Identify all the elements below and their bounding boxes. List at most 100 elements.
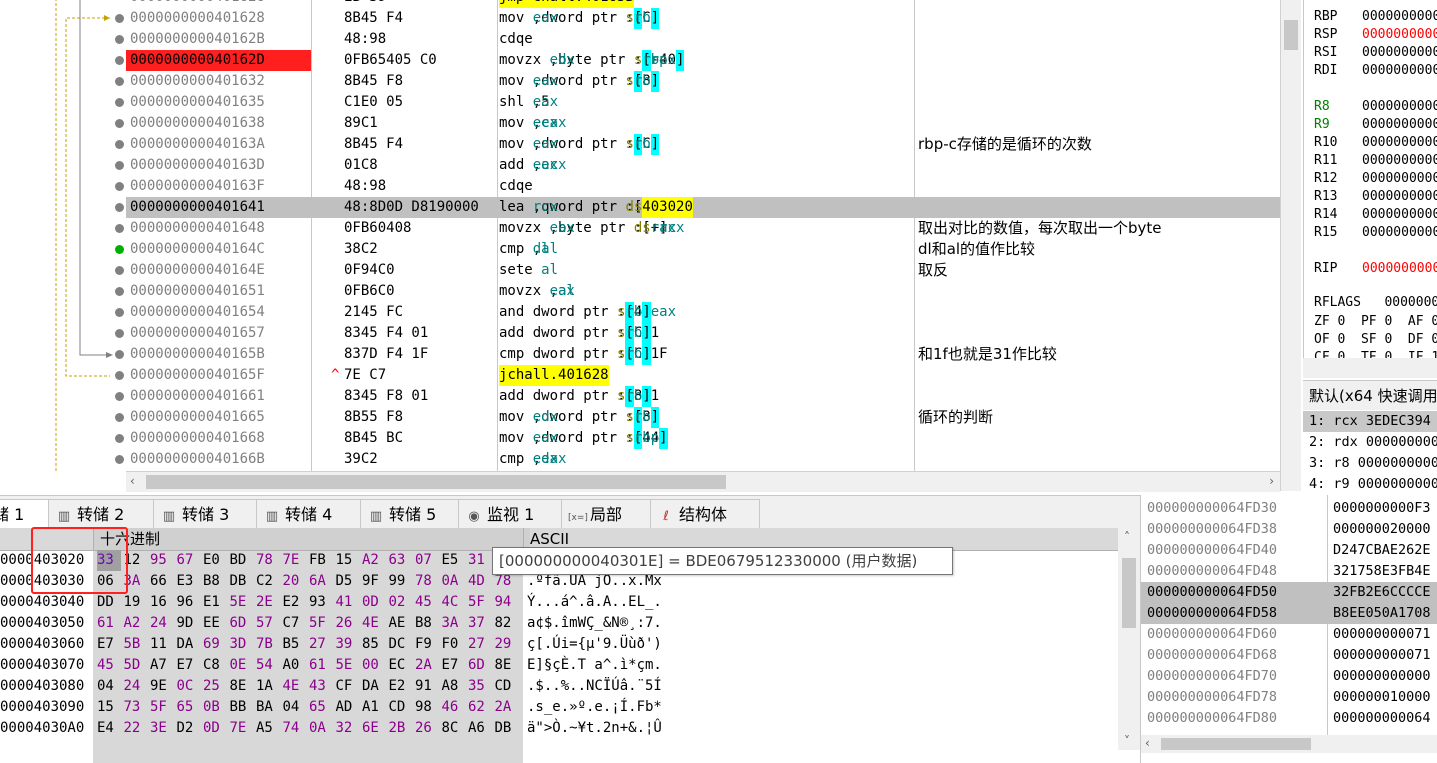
dump-byte[interactable]: 04 (283, 697, 307, 718)
stack-value[interactable]: 0000000000F3 (1333, 498, 1431, 519)
dump-byte[interactable]: 65 (177, 697, 201, 718)
hex-column-header[interactable]: 十六进制 (93, 528, 530, 550)
stack-row[interactable]: 000000000064FD48 321758E3FB4E (1141, 561, 1437, 582)
scrollbar-thumb[interactable] (1284, 20, 1298, 50)
dump-byte[interactable]: CF (336, 676, 360, 697)
register-row[interactable]: R9 0000000000 (1314, 116, 1437, 134)
register-value[interactable]: 0000000000 (1362, 134, 1437, 152)
dump-byte[interactable]: C8 (203, 655, 227, 676)
dump-byte[interactable]: 5D (124, 655, 148, 676)
dump-byte[interactable]: 27 (309, 634, 333, 655)
dump-byte[interactable]: 9E (150, 676, 174, 697)
breakpoint-toggle-icon[interactable] (115, 329, 124, 338)
breakpoint-toggle-icon[interactable] (115, 413, 124, 422)
breakpoint-toggle-icon[interactable] (115, 77, 124, 86)
dump-byte[interactable]: E2 (389, 676, 413, 697)
disasm-row[interactable]: 0000000000401648 0FB60408 movzx eax ,byte p… (126, 218, 1280, 239)
dump-byte[interactable]: 45 (97, 655, 121, 676)
dump-byte[interactable]: 3D (230, 634, 254, 655)
dump-byte[interactable]: A8 (442, 676, 466, 697)
breakpoint-toggle-icon[interactable] (115, 308, 124, 317)
stack-value[interactable]: 32FB2E6CCCCE (1333, 582, 1431, 603)
dump-byte[interactable]: 19 (124, 592, 148, 613)
dump-byte[interactable]: F0 (442, 634, 466, 655)
dump-byte[interactable]: 9D (177, 613, 201, 634)
dump-byte[interactable]: 6E (362, 718, 386, 739)
stack-row[interactable]: 000000000064FD38 000000020000 (1141, 519, 1437, 540)
dump-byte[interactable]: 20 (283, 571, 307, 592)
breakpoint-toggle-icon[interactable] (115, 203, 124, 212)
dump-byte[interactable]: 11 (150, 634, 174, 655)
dump-byte[interactable]: 69 (203, 634, 227, 655)
breakpoint-toggle-icon[interactable] (115, 119, 124, 128)
calling-convention-selector[interactable]: 默认(x64 快速调用) (1303, 380, 1437, 411)
dump-byte[interactable]: 22 (124, 718, 148, 739)
disasm-row[interactable]: 000000000040165F 7E C7 jle chall.401628 ^ (126, 365, 1280, 386)
stack-address[interactable]: 000000000064FD48 (1147, 561, 1277, 582)
register-value[interactable]: 0000000000 (1362, 188, 1437, 206)
dump-byte[interactable]: 93 (309, 592, 333, 613)
disasm-row[interactable]: 0000000000401626EB 39jmp chall.40165B (126, 0, 1280, 8)
disasm-row[interactable]: 000000000040163D 01C8 add eax, ecx (126, 155, 1280, 176)
disasm-row[interactable]: 000000000040163F 48:98 cdqe (126, 176, 1280, 197)
dump-byte[interactable]: BD (230, 550, 254, 571)
disasm-row[interactable]: 0000000000401657 8345 F4 01 add dword ptr … (126, 323, 1280, 344)
dump-byte[interactable]: 4E (362, 613, 386, 634)
dump-byte[interactable]: 66 (150, 571, 174, 592)
dump-byte[interactable]: 26 (415, 718, 439, 739)
registers-pane[interactable]: RBX0000000000RBP0000000000RSP0000000000R… (1303, 0, 1437, 378)
dump-byte[interactable]: C2 (256, 571, 280, 592)
dump-byte[interactable]: A1 (362, 697, 386, 718)
register-row[interactable]: RDI 0000000000 (1314, 62, 1437, 80)
dump-address[interactable]: 0000403060 (0, 634, 92, 655)
breakpoint-toggle-icon[interactable] (115, 266, 124, 275)
dump-byte[interactable]: E1 (203, 592, 227, 613)
disasm-row[interactable]: 0000000000401654 2145 FC and dword ptr ss:… (126, 302, 1280, 323)
disasm-row[interactable]: 0000000000401628 8B45 F4 mov eax ,dword ptr… (126, 8, 1280, 29)
dump-byte[interactable]: 82 (495, 613, 519, 634)
dump-byte[interactable]: A0 (283, 655, 307, 676)
dump-byte[interactable]: 5F (150, 697, 174, 718)
dump-byte[interactable]: 43 (309, 676, 333, 697)
scroll-left-icon[interactable]: ‹ (1145, 736, 1150, 750)
disassembly-horizontal-scrollbar[interactable]: ‹ › (126, 471, 1280, 492)
disasm-row[interactable]: 000000000040166B 39C2 cmp edx, eax (126, 449, 1280, 470)
dump-byte[interactable]: E0 (203, 550, 227, 571)
dump-byte[interactable]: E2 (283, 592, 307, 613)
instruction-comment[interactable]: 和1f也就是31作比较 (918, 344, 1057, 365)
breakpoint-toggle-icon[interactable] (115, 56, 124, 65)
scrollbar-thumb[interactable] (146, 475, 726, 489)
dump-byte[interactable]: A5 (256, 718, 280, 739)
breakpoint-toggle-icon[interactable] (115, 35, 124, 44)
dump-byte[interactable]: 5B (124, 634, 148, 655)
register-value[interactable]: 0000000000 (1362, 44, 1437, 62)
dump-byte[interactable]: 6A (309, 571, 333, 592)
breakpoint-toggle-icon[interactable] (115, 245, 124, 254)
disasm-row[interactable]: 0000000000401638 89C1 mov ecx, eax (126, 113, 1280, 134)
argument-row[interactable]: 3: r8 0000000000 (1309, 453, 1437, 474)
breakpoint-toggle-icon[interactable] (115, 371, 124, 380)
breakpoint-toggle-icon[interactable] (115, 140, 124, 149)
dump-byte[interactable]: 4E (283, 676, 307, 697)
dump-byte[interactable]: B8 (203, 571, 227, 592)
dump-byte[interactable]: 2A (415, 655, 439, 676)
dump-byte[interactable]: CD (495, 676, 519, 697)
dump-byte[interactable]: BA (256, 697, 280, 718)
dump-byte[interactable]: 0A (442, 571, 466, 592)
disasm-row[interactable]: 0000000000401661 8345 F8 01 add dword ptr … (126, 386, 1280, 407)
disassembly-pane[interactable]: 0000000000401626EB 39jmp chall.40165B000… (0, 0, 1280, 471)
stack-address[interactable]: 000000000064FD40 (1147, 540, 1277, 561)
dump-byte[interactable]: 8E (495, 655, 519, 676)
dump-vertical-scrollbar[interactable]: ˄ ˅ (1118, 528, 1140, 750)
dump-byte[interactable]: 2E (256, 592, 280, 613)
stack-row[interactable]: 000000000064FD78 000000010000 (1141, 687, 1437, 708)
dump-byte[interactable]: B5 (283, 634, 307, 655)
dump-byte[interactable]: D2 (177, 718, 201, 739)
stack-address[interactable]: 000000000064FD78 (1147, 687, 1277, 708)
register-value[interactable]: 0000000000 (1362, 260, 1437, 278)
dump-byte[interactable]: 67 (177, 550, 201, 571)
dump-byte[interactable]: 3E (150, 718, 174, 739)
dump-byte[interactable]: EC (389, 655, 413, 676)
dump-byte[interactable]: 62 (468, 697, 492, 718)
dump-byte[interactable]: 46 (442, 697, 466, 718)
